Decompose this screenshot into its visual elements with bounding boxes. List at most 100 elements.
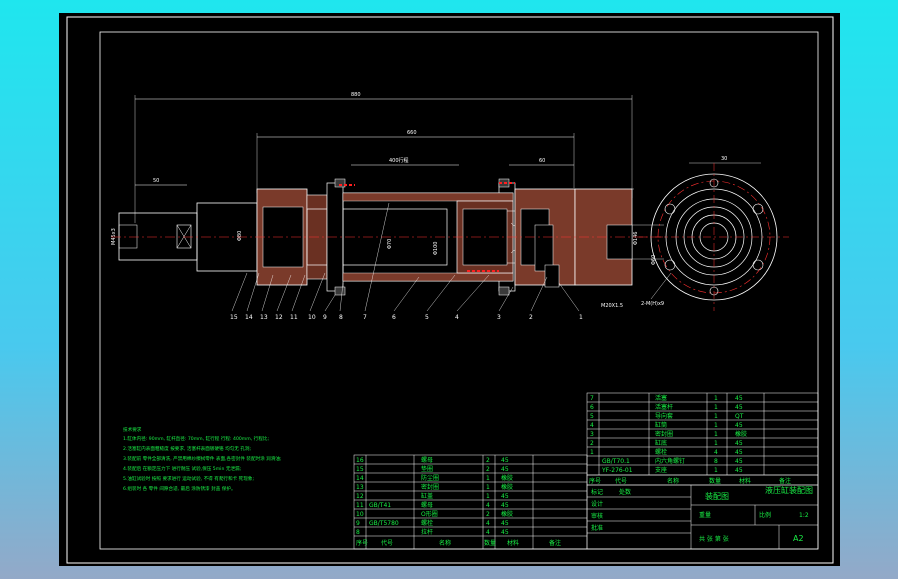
part-code: GB/T41 [369, 502, 391, 509]
part-name: 螺栓 [655, 448, 667, 456]
parts-list-lower-text: 16 螺母 2 45 15 垫圈 2 45 14 防尘圈 1 橡胶 13 密封圈… [356, 456, 561, 547]
part-name: 支座 [655, 466, 667, 474]
drawing-sheet: 880 660 50 60 400行程 M45x3 Φ80 Φ146 Φ60 M… [59, 13, 840, 566]
part-name: 缸底 [655, 439, 667, 447]
cylinder-end-view: 30 2-M(H)x9 [639, 156, 789, 311]
part-qty: 4 [486, 529, 490, 536]
part-no: 16 [356, 457, 364, 464]
balloon-label: 9 [323, 314, 327, 321]
balloon-label: 13 [260, 314, 268, 321]
tech-notes: 技术要求 1.缸体内径: 90mm, 缸杆直径: 70mm, 缸行程 行程: 4… [123, 426, 282, 492]
header-no: 序号 [589, 477, 601, 485]
part-qty: 4 [486, 520, 490, 527]
dim-rod-dia: Φ80 [237, 231, 243, 241]
part-qty: 2 [486, 457, 490, 464]
part-name: O形圈 [421, 510, 438, 518]
designer-label: 设计 [591, 500, 603, 508]
header-qty: 数量 [709, 477, 721, 485]
part-name: 密封圈 [655, 430, 673, 438]
tech-note-line: 5.油缸试验时 按照 要求进行 运动试验, 不得 有爬行和卡 死现象; [123, 475, 254, 482]
part-code: GB/T70.1 [602, 458, 630, 465]
part-qty: 1 [486, 475, 490, 482]
part-no: 10 [356, 511, 364, 518]
part-name: 密封圈 [421, 483, 439, 491]
part-qty: 1 [714, 404, 718, 411]
part-mat: 橡胶 [735, 430, 747, 438]
part-mat: 45 [501, 466, 509, 473]
dim-overall-length: 880 [351, 92, 361, 98]
part-qty: 1 [714, 440, 718, 447]
part-name: 缸筒 [655, 421, 667, 429]
part-no: 8 [356, 529, 360, 536]
tech-note-line: 1.缸体内径: 90mm, 缸杆直径: 70mm, 缸行程 行程: 400mm,… [123, 435, 269, 442]
scale-value: 1:2 [799, 512, 809, 519]
checker-label: 审核 [591, 512, 603, 520]
balloon-label: 12 [275, 314, 283, 321]
assembly-drawing: 880 660 50 60 400行程 M45x3 Φ80 Φ146 Φ60 M… [66, 16, 834, 564]
header-name: 名称 [667, 477, 679, 485]
part-mat: 橡胶 [501, 510, 513, 518]
title-unit: 装配图 [705, 491, 729, 501]
part-name: 活塞杆 [655, 403, 673, 411]
part-qty: 1 [714, 413, 718, 420]
part-no: 14 [356, 475, 364, 482]
part-qty: 2 [486, 466, 490, 473]
part-mat: 橡胶 [501, 483, 513, 491]
part-qty: 1 [714, 422, 718, 429]
part-no: 6 [590, 404, 594, 411]
header-remark: 备注 [549, 539, 561, 547]
dim-cylinder-length: 660 [407, 130, 417, 136]
sheet-size: A2 [793, 534, 804, 543]
part-name: 缸盖 [421, 492, 433, 500]
part-qty: 4 [486, 502, 490, 509]
balloon-label: 3 [497, 314, 501, 321]
part-no: 11 [356, 502, 364, 509]
header-qty: 数量 [484, 539, 496, 547]
part-no: 2 [590, 440, 594, 447]
part-code: GB/T5780 [369, 520, 399, 527]
part-name: 螺栓 [421, 519, 433, 527]
balloon-label: 15 [230, 314, 238, 321]
tech-notes-title: 技术要求 [123, 426, 142, 433]
part-mat: 45 [501, 520, 509, 527]
part-no: 9 [356, 520, 360, 527]
header-mat: 材料 [507, 539, 519, 547]
part-balloons: 15 14 13 12 11 10 9 8 7 6 5 4 3 2 1 [230, 314, 583, 321]
parts-list-upper-text: 7 活塞 1 45 6 活塞杆 1 45 5 导向套 1 QT 4 缸筒 1 4… [590, 394, 747, 474]
parts-list-upper-header: 序号 代号 名称 数量 材料 备注 [586, 474, 819, 486]
part-qty: 1 [486, 493, 490, 500]
dim-inner-b: Φ70 [387, 239, 393, 249]
marks-label: 标记 [591, 488, 603, 496]
part-mat: 45 [501, 529, 509, 536]
part-no: 1 [590, 449, 594, 456]
part-no: 13 [356, 484, 364, 491]
ratio-label: 比例 [759, 511, 771, 519]
part-name: 活塞 [655, 394, 667, 402]
part-name: 螺母 [421, 456, 433, 464]
part-name: 拉杆 [421, 528, 433, 536]
part-no: 5 [590, 413, 594, 420]
dim-rod-thread: M45x3 [111, 228, 117, 245]
cylinder-main-view: 880 660 50 60 400行程 M45x3 Φ80 Φ146 Φ60 M… [111, 92, 669, 312]
dim-rod-end: 50 [153, 178, 159, 184]
tech-note-line: 6.组装时 各 零件 间隙合适, 最后 涂防锈漆 封盖 保护。 [123, 485, 236, 492]
balloon-label: 7 [363, 314, 367, 321]
part-mat: 45 [501, 457, 509, 464]
part-mat: QT [735, 413, 744, 420]
dim-mount-holes: 2-M(H)x9 [641, 301, 664, 307]
part-qty: 2 [486, 511, 490, 518]
approver-label: 批准 [591, 524, 603, 532]
header-mat: 材料 [739, 477, 751, 485]
dim-inner-c: Φ100 [433, 242, 439, 255]
header-no: 序号 [356, 539, 368, 547]
part-name: 导向套 [655, 412, 673, 420]
part-code: YF-276-01 [601, 467, 633, 474]
balloon-label: 8 [339, 314, 343, 321]
part-mat: 45 [735, 404, 743, 411]
title-block-text: 装配图 液压缸装配图 重量 比例 1:2 共 张 第 张 A2 标记 处数 设计… [591, 485, 813, 543]
part-name: 垫圈 [421, 465, 433, 473]
tech-note-line: 4.装配后 在额定压力下 进行耐压 试验,保压 5min 无泄漏; [123, 465, 242, 472]
part-qty: 8 [714, 458, 718, 465]
part-qty: 1 [714, 395, 718, 402]
balloon-label: 2 [529, 314, 533, 321]
